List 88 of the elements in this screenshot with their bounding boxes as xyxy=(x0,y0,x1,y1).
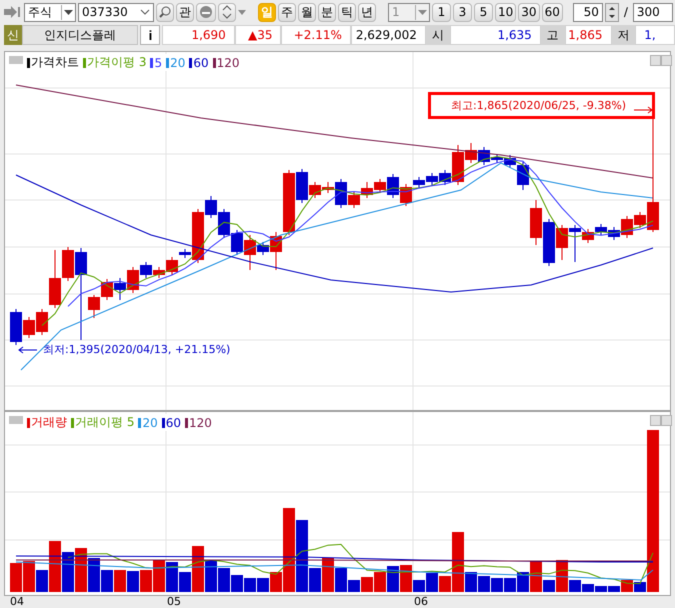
period-tab[interactable]: 틱 xyxy=(338,2,356,22)
legend-label: 120 xyxy=(189,416,212,430)
quote-label: 저 xyxy=(612,25,636,45)
spinner-icon[interactable] xyxy=(604,2,619,22)
stock-code-field[interactable]: 037330 xyxy=(78,2,154,22)
legend-label: 가격차트 xyxy=(31,54,79,71)
volume-bar xyxy=(387,566,399,592)
volume-bar xyxy=(374,572,386,592)
volume-bar xyxy=(218,568,230,592)
square-icon[interactable] xyxy=(661,55,672,66)
exit-arrow-icon[interactable] xyxy=(2,4,22,20)
quote-value: 1, xyxy=(635,25,675,45)
spinner-button[interactable] xyxy=(218,2,236,22)
volume-bar xyxy=(504,578,516,592)
dropdown-arrow-icon[interactable] xyxy=(64,10,73,14)
legend-label: 거래이평 5 xyxy=(75,414,134,431)
candlestick xyxy=(530,200,542,246)
separator: / xyxy=(624,5,628,19)
candlestick xyxy=(426,172,438,186)
low-price-label: 최저:1,395(2020/04/13, +21.15%) xyxy=(43,342,230,357)
period-tab[interactable]: 분 xyxy=(318,2,336,22)
quote-value: 1,865 xyxy=(564,25,612,45)
square-icon[interactable] xyxy=(650,415,661,426)
count-field[interactable]: 50 xyxy=(572,2,603,22)
legend-label: 거래량 xyxy=(31,414,67,431)
market-select[interactable]: 주식 xyxy=(24,2,76,22)
price-change: ▲35 xyxy=(234,25,282,45)
period-tab[interactable]: 년 xyxy=(358,2,376,22)
watch-button[interactable]: 관 xyxy=(176,2,194,22)
candlestick xyxy=(114,278,126,300)
search-button[interactable] xyxy=(156,2,174,22)
legend-label: 20 xyxy=(170,56,186,70)
legend-label: 5 xyxy=(154,56,162,70)
candlestick xyxy=(543,218,555,266)
caret-icon[interactable] xyxy=(238,10,246,14)
interval-button[interactable]: 5 xyxy=(474,2,493,22)
interval-button[interactable]: 1 xyxy=(432,2,451,22)
quote-value: 1,635 xyxy=(450,25,541,45)
legend-label: 120 xyxy=(216,56,240,70)
volume-bar xyxy=(361,577,373,592)
volume-bar xyxy=(478,576,490,592)
volume-bar xyxy=(62,552,74,592)
arrow-icon xyxy=(18,346,38,354)
chevron-icon[interactable] xyxy=(140,9,150,15)
axis-label: 06 xyxy=(414,595,428,608)
volume-bar xyxy=(114,570,126,592)
volume-bar xyxy=(231,575,243,592)
volume-bar xyxy=(322,558,334,592)
volume-bar xyxy=(257,578,269,592)
trade-volume: 2,629,002 xyxy=(350,25,426,45)
interval-button[interactable]: 60 xyxy=(542,2,563,22)
candlestick xyxy=(361,182,373,198)
axis-label: 04 xyxy=(10,595,24,608)
volume-bar xyxy=(127,571,139,592)
volume-bar xyxy=(491,578,503,592)
credit-badge: 신 xyxy=(4,25,22,45)
square-icon[interactable] xyxy=(650,55,661,66)
interval-button[interactable]: 3 xyxy=(453,2,472,22)
axis-label: 05 xyxy=(167,595,181,608)
candlestick xyxy=(556,224,568,260)
period-tab[interactable]: 주 xyxy=(278,2,296,22)
period-tab[interactable]: 월 xyxy=(298,2,316,22)
legend-label: 가격이평 3 xyxy=(87,54,146,71)
quote-label: 고 xyxy=(540,25,565,45)
volume-bar xyxy=(23,561,35,592)
stock-name: 인지디스플레 xyxy=(22,25,138,45)
volume-bar xyxy=(75,548,87,592)
quote-label: 시 xyxy=(426,25,450,45)
high-price-label: 최고:1,865(2020/06/25, -9.38%) xyxy=(428,92,656,119)
info-button[interactable]: i xyxy=(140,25,160,45)
candlestick xyxy=(231,230,243,256)
interval-button[interactable]: 30 xyxy=(518,2,540,22)
current-price: 1,690 xyxy=(162,25,235,45)
arrow-icon xyxy=(634,106,653,114)
legend-label: 60 xyxy=(193,56,209,70)
volume-bar xyxy=(244,578,256,592)
candlestick xyxy=(101,278,113,300)
change-rate: +2.11% xyxy=(281,25,351,45)
square-icon[interactable] xyxy=(661,415,672,426)
legend-label: 20 xyxy=(142,416,158,430)
candlestick xyxy=(595,224,607,236)
legend-label: 60 xyxy=(166,416,182,430)
total-field[interactable]: 300 xyxy=(632,2,673,22)
panel-handle[interactable] xyxy=(9,56,23,64)
interval-button[interactable]: 10 xyxy=(495,2,516,22)
volume-bar xyxy=(10,563,22,592)
candlestick xyxy=(218,208,230,238)
panel-handle[interactable] xyxy=(9,416,23,424)
